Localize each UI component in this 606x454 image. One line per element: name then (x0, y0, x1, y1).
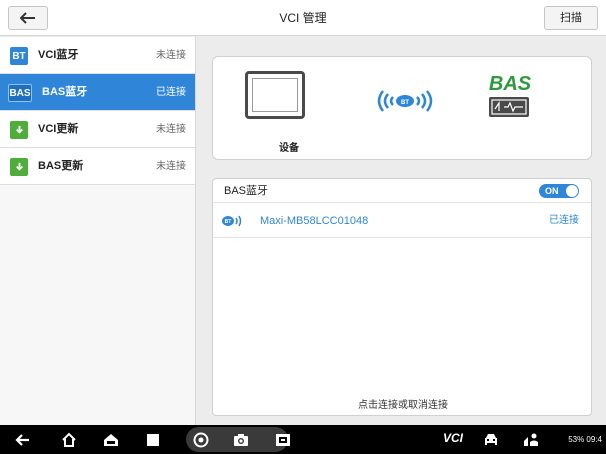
sidebar-item-status: 未连接 (156, 161, 186, 172)
bluetooth-device-icon: BT (222, 215, 242, 227)
camera-icon[interactable] (232, 431, 250, 448)
remote-support-icon[interactable] (522, 431, 540, 448)
bluetooth-signal-icon: BT (377, 90, 433, 112)
sidebar-item-status: 已连接 (156, 87, 186, 98)
hint-text: 点击连接或取消连接 (358, 400, 448, 411)
svg-text:BT: BT (225, 219, 232, 225)
back-arrow-icon (20, 12, 35, 24)
panel-title: BAS蓝牙 (224, 185, 269, 197)
battery-tester-icon (489, 97, 529, 117)
bas-logo-text: BAS (488, 73, 532, 95)
recent-apps-icon[interactable] (144, 431, 162, 448)
sidebar-item-label: VCI蓝牙 (38, 49, 79, 61)
title-bar: VCI 管理 扫描 (0, 0, 606, 36)
device-label: 设备 (279, 143, 299, 154)
bas-device-logo: BAS (485, 73, 535, 125)
vehicle-icon[interactable] (482, 431, 500, 448)
page-title: VCI 管理 (279, 11, 327, 25)
chrome-icon[interactable] (192, 431, 210, 448)
tablet-device-icon (245, 71, 305, 119)
home-icon[interactable] (60, 431, 78, 448)
bluetooth-toggle[interactable]: ON (539, 184, 579, 198)
toggle-knob (566, 185, 578, 197)
sidebar-item-label: VCI更新 (38, 123, 79, 135)
back-nav-icon[interactable] (14, 431, 32, 448)
bas-bluetooth-panel: BAS蓝牙 ON BT Maxi-MB58LCC01048 已连接 (212, 178, 592, 416)
status-bar-info: 53% 09:4 (568, 435, 602, 444)
device-status: 已连接 (549, 215, 579, 226)
bluetooth-icon: BT (10, 47, 28, 65)
system-taskbar: VCI 53% 09:4 (0, 425, 606, 454)
sidebar-item-status: 未连接 (156, 124, 186, 135)
screenshot-icon[interactable] (274, 431, 292, 448)
connection-diagram-card: 设备 BT BAS (212, 56, 592, 160)
sidebar: BT VCI蓝牙 未连接 BAS BAS蓝牙 已连接 VCI更新 未连接 BAS… (0, 37, 196, 425)
download-icon (10, 121, 28, 139)
sidebar-item-label: BAS蓝牙 (42, 86, 88, 98)
sidebar-item-label: BAS更新 (38, 160, 84, 172)
download-icon (10, 158, 28, 176)
vci-shortcut-label[interactable]: VCI (443, 431, 463, 445)
sidebar-item-bas-bluetooth[interactable]: BAS BAS蓝牙 已连接 (0, 74, 195, 111)
sidebar-item-vci-update[interactable]: VCI更新 未连接 (0, 111, 195, 148)
svg-text:BT: BT (401, 100, 409, 106)
panel-header: BAS蓝牙 ON (213, 179, 591, 203)
scan-button[interactable]: 扫描 (544, 6, 598, 30)
sidebar-item-vci-bluetooth[interactable]: BT VCI蓝牙 未连接 (0, 37, 195, 74)
sidebar-item-status: 未连接 (156, 50, 186, 61)
car-home-icon[interactable] (102, 431, 120, 448)
sidebar-item-bas-update[interactable]: BAS更新 未连接 (0, 148, 195, 185)
device-list-item[interactable]: BT Maxi-MB58LCC01048 已连接 (213, 204, 591, 238)
back-button[interactable] (8, 6, 48, 30)
toggle-label: ON (545, 186, 559, 196)
device-name: Maxi-MB58LCC01048 (260, 215, 369, 227)
bas-icon: BAS (8, 84, 32, 102)
